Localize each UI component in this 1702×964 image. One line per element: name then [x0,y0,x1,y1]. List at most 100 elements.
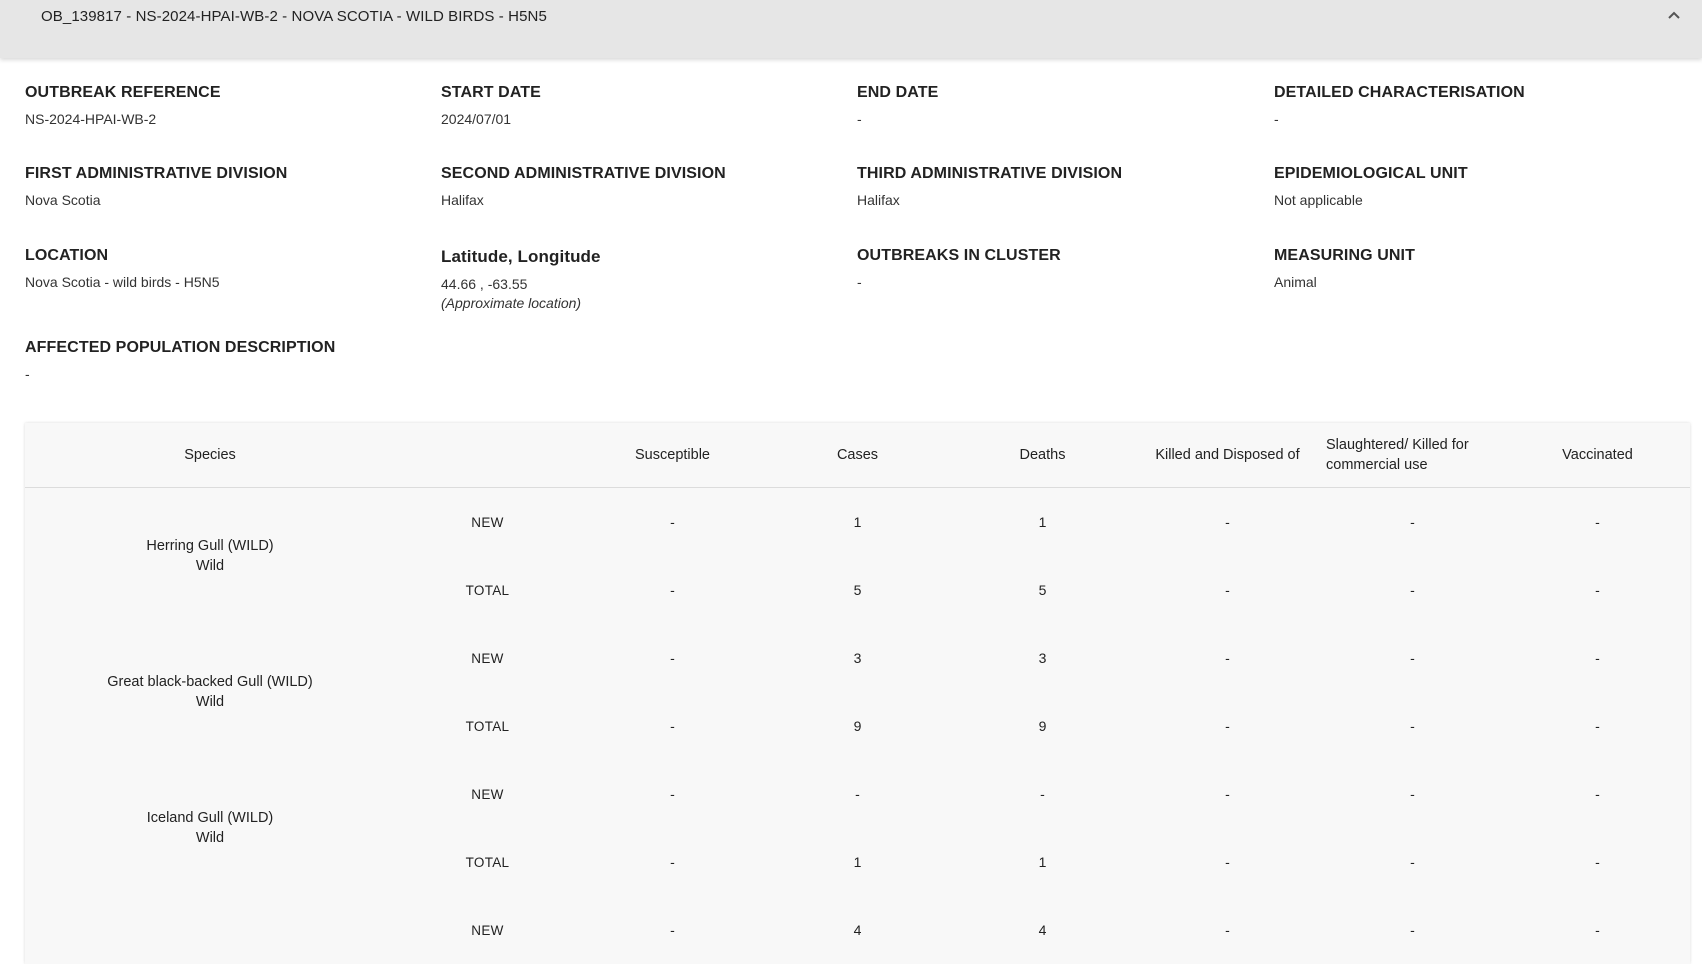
field-value: Halifax [441,192,484,208]
species-name: Great black-backed Gull (WILD) [107,674,313,690]
field-third-admin-division: THIRD ADMINISTRATIVE DIVISION Halifax [857,165,1274,233]
cell-deaths: 3 [1038,650,1047,666]
cell-vaccinated: - [1595,922,1600,938]
species-cell [25,896,395,964]
cell-deaths: 4 [1038,922,1047,938]
row-kind: NEW [471,650,504,666]
field-start-date: START DATE 2024/07/01 [441,84,857,151]
header-species: Species [25,423,395,488]
cell-slaughtered: - [1410,718,1415,734]
cell-vaccinated: - [1595,718,1600,734]
field-epidemiological-unit: EPIDEMIOLOGICAL UNIT Not applicable [1274,165,1690,233]
species-table: Species Susceptible Cases Deaths Killed … [25,423,1690,964]
field-value: - [857,111,862,127]
row-kind: TOTAL [465,718,510,734]
header-susceptible: Susceptible [580,423,765,488]
field-value: Animal [1274,274,1317,290]
cell-susceptible: - [670,854,675,870]
cell-cases: 9 [853,718,862,734]
table-row: Herring Gull (WILD) Wild NEW - 1 1 - - - [25,488,1690,574]
cell-cases: - [855,786,860,802]
cell-vaccinated: - [1595,854,1600,870]
field-label: DETAILED CHARACTERISATION [1274,84,1525,101]
field-value: Nova Scotia [25,192,101,208]
row-kind: TOTAL [465,854,510,870]
cell-cases: 4 [853,922,862,938]
field-measuring-unit: MEASURING UNIT Animal [1274,247,1690,325]
cell-susceptible: - [670,718,675,734]
approximate-location-note: (Approximate location) [441,295,582,311]
cell-slaughtered: - [1410,854,1415,870]
cell-slaughtered: - [1410,786,1415,802]
field-outbreak-reference: OUTBREAK REFERENCE NS-2024-HPAI-WB-2 [25,84,441,151]
field-label: OUTBREAKS IN CLUSTER [857,247,1061,264]
field-second-admin-division: SECOND ADMINISTRATIVE DIVISION Halifax [441,165,857,233]
cell-susceptible: - [670,650,675,666]
cell-deaths: 9 [1038,718,1047,734]
field-label: FIRST ADMINISTRATIVE DIVISION [25,165,288,182]
cell-deaths: 5 [1038,582,1047,598]
cell-susceptible: - [670,582,675,598]
field-label: EPIDEMIOLOGICAL UNIT [1274,165,1468,182]
cell-killed: - [1225,922,1230,938]
cell-killed: - [1225,650,1230,666]
field-value: - [857,274,862,290]
field-value: 2024/07/01 [441,111,512,127]
field-value: - [1274,111,1279,127]
table-row: Iceland Gull (WILD) Wild NEW - - - - - - [25,760,1690,846]
table-row: NEW - 4 4 - - - [25,896,1690,964]
cell-deaths: - [1040,786,1045,802]
field-location: LOCATION Nova Scotia - wild birds - H5N5 [25,247,441,325]
cell-cases: 3 [853,650,862,666]
field-value: - [25,366,30,382]
outbreak-details: OUTBREAK REFERENCE NS-2024-HPAI-WB-2 STA… [0,58,1702,964]
header-vaccinated: Vaccinated [1505,423,1690,488]
field-value: Halifax [857,192,900,208]
field-detailed-characterisation: DETAILED CHARACTERISATION - [1274,84,1690,151]
details-grid: OUTBREAK REFERENCE NS-2024-HPAI-WB-2 STA… [25,84,1677,423]
species-cell: Iceland Gull (WILD) Wild [25,760,395,896]
header-killed: Killed and Disposed of [1135,423,1320,488]
field-label: AFFECTED POPULATION DESCRIPTION [25,339,336,356]
field-label: LOCATION [25,247,109,264]
field-label: START DATE [441,84,541,101]
species-type: Wild [195,694,225,710]
species-cell: Herring Gull (WILD) Wild [25,488,395,625]
species-name: Herring Gull (WILD) [146,538,274,554]
field-label: SECOND ADMINISTRATIVE DIVISION [441,165,726,182]
cell-slaughtered: - [1410,922,1415,938]
species-cell: Great black-backed Gull (WILD) Wild [25,624,395,760]
cell-slaughtered: - [1410,582,1415,598]
collapse-button[interactable] [1662,4,1686,26]
cell-deaths: 1 [1038,854,1047,870]
row-kind: NEW [471,922,504,938]
outbreak-panel-header[interactable]: OB_139817 - NS-2024-HPAI-WB-2 - NOVA SCO… [0,0,1702,58]
cell-killed: - [1225,514,1230,530]
cell-killed: - [1225,718,1230,734]
field-lat-long: Latitude, Longitude 44.66 , -63.55 (Appr… [441,247,857,325]
cell-vaccinated: - [1595,514,1600,530]
field-label: END DATE [857,84,939,101]
cell-vaccinated: - [1595,582,1600,598]
table-header-row: Species Susceptible Cases Deaths Killed … [25,423,1690,488]
cell-deaths: 1 [1038,514,1047,530]
row-kind: TOTAL [465,582,510,598]
cell-cases: 5 [853,582,862,598]
cell-cases: 1 [853,854,862,870]
field-label: OUTBREAK REFERENCE [25,84,221,101]
field-value: NS-2024-HPAI-WB-2 [25,111,157,127]
field-label: MEASURING UNIT [1274,247,1415,264]
cell-killed: - [1225,786,1230,802]
field-label: THIRD ADMINISTRATIVE DIVISION [857,165,1123,182]
species-name: Iceland Gull (WILD) [146,810,274,826]
row-kind: NEW [471,786,504,802]
field-value: Not applicable [1274,192,1363,208]
field-first-admin-division: FIRST ADMINISTRATIVE DIVISION Nova Scoti… [25,165,441,233]
header-cases: Cases [765,423,950,488]
cell-vaccinated: - [1595,786,1600,802]
cell-killed: - [1225,854,1230,870]
species-table-container[interactable]: Species Susceptible Cases Deaths Killed … [25,423,1690,964]
cell-susceptible: - [670,922,675,938]
species-type: Wild [195,830,225,846]
cell-slaughtered: - [1410,650,1415,666]
